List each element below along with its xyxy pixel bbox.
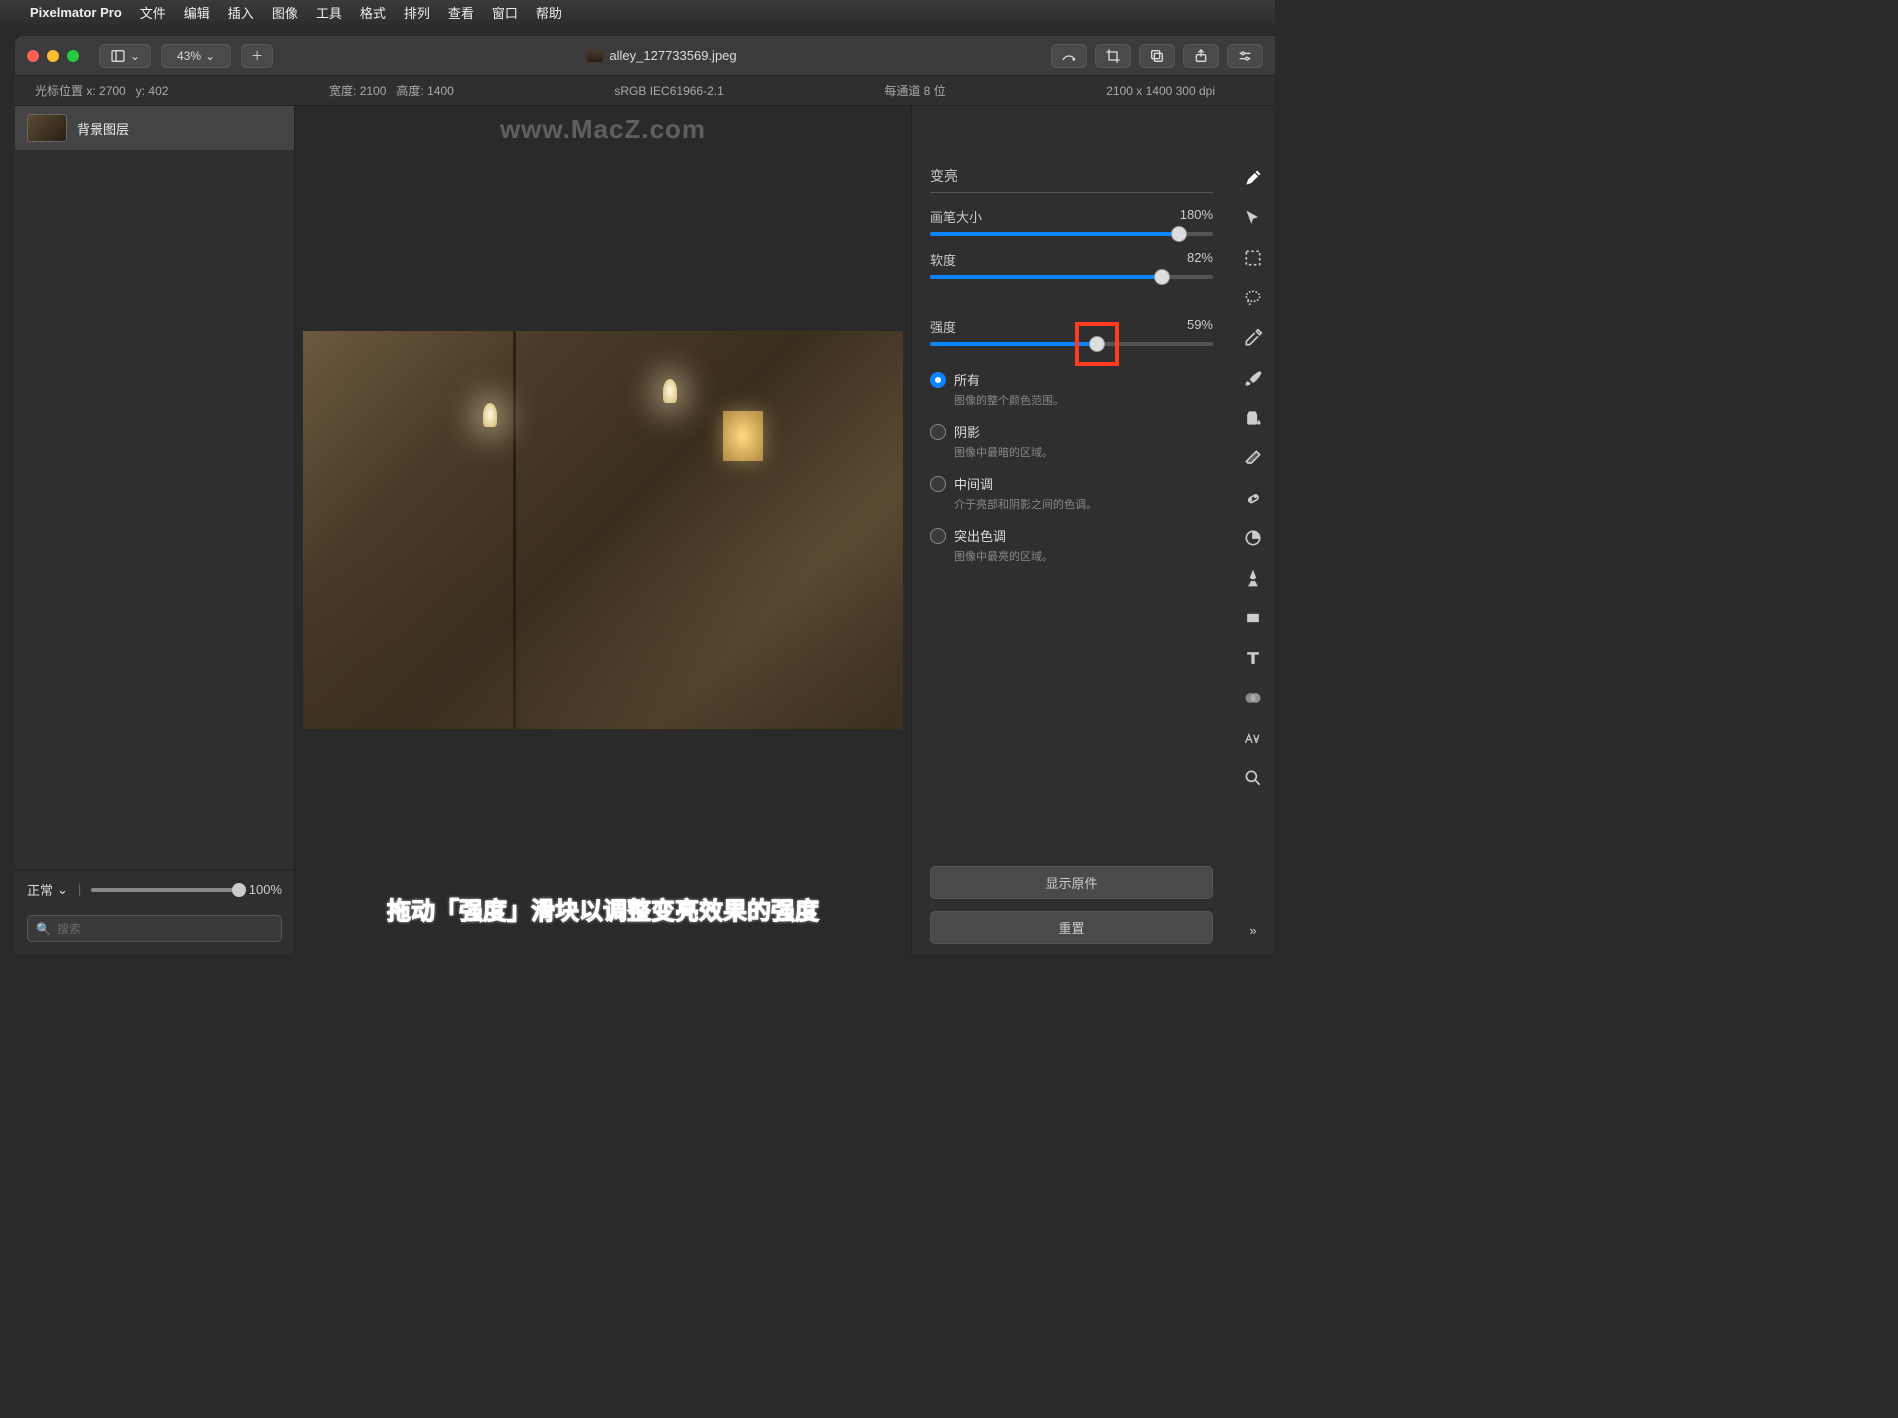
- zoom-tool-icon[interactable]: [1241, 766, 1265, 790]
- fullscreen-button[interactable]: [67, 50, 79, 62]
- menu-tools[interactable]: 工具: [316, 3, 342, 22]
- panel-title: 变亮: [930, 166, 1213, 193]
- radio-on-icon: [930, 372, 946, 388]
- brush-size-value: 180%: [1180, 207, 1213, 226]
- system-menubar: Pixelmator Pro 文件 编辑 插入 图像 工具 格式 排列 查看 窗…: [0, 0, 1275, 24]
- copy-icon[interactable]: [1139, 44, 1175, 68]
- app-name[interactable]: Pixelmator Pro: [30, 5, 122, 20]
- effects-tool-icon[interactable]: [1241, 726, 1265, 750]
- more-tools-icon[interactable]: »: [1241, 918, 1265, 942]
- pen-tool-icon[interactable]: [1241, 566, 1265, 590]
- menu-insert[interactable]: 插入: [228, 3, 254, 22]
- watermark-text: www.MacZ.com: [500, 114, 706, 145]
- share-icon[interactable]: [1183, 44, 1219, 68]
- eyedropper-tool-icon[interactable]: [1241, 326, 1265, 350]
- radio-highlights[interactable]: 突出色调 图像中最亮的区域。: [930, 526, 1213, 564]
- layer-thumbnail: [27, 114, 67, 142]
- radio-all[interactable]: 所有 图像的整个颜色范围。: [930, 370, 1213, 408]
- menu-arrange[interactable]: 排列: [404, 3, 430, 22]
- softness-slider[interactable]: [930, 275, 1213, 279]
- brush-size-slider[interactable]: [930, 232, 1213, 236]
- layer-footer: 正常 ⌄ | 100%: [15, 869, 294, 909]
- type-tool-icon[interactable]: [1241, 646, 1265, 670]
- crop-icon[interactable]: [1095, 44, 1131, 68]
- blend-mode-dropdown[interactable]: 正常 ⌄: [27, 880, 68, 899]
- strength-control: 强度 59%: [930, 317, 1213, 346]
- titlebar: ⌄ 43%⌄ ＋ alley_127733569.jpeg: [15, 36, 1275, 76]
- menu-image[interactable]: 图像: [272, 3, 298, 22]
- decor: [663, 379, 677, 403]
- image-canvas[interactable]: [303, 331, 903, 729]
- menu-file[interactable]: 文件: [140, 3, 166, 22]
- shape-tool-icon[interactable]: [1241, 526, 1265, 550]
- tool-strip: »: [1231, 106, 1275, 954]
- menu-window[interactable]: 窗口: [492, 3, 518, 22]
- rectangle-tool-icon[interactable]: [1241, 606, 1265, 630]
- fill-tool-icon[interactable]: [1241, 406, 1265, 430]
- bitdepth-label: 每通道 8 位: [884, 82, 945, 99]
- opacity-value: 100%: [249, 882, 282, 897]
- decor: [483, 403, 497, 427]
- arrow-tool-icon[interactable]: [1241, 206, 1265, 230]
- radio-off-icon: [930, 476, 946, 492]
- sidebar-toggle-button[interactable]: ⌄: [99, 44, 151, 68]
- repair-tool-icon[interactable]: [1241, 486, 1265, 510]
- softness-control: 软度 82%: [930, 250, 1213, 279]
- show-original-button[interactable]: 显示原件: [930, 866, 1213, 899]
- layer-search-input[interactable]: 🔍 搜索: [27, 915, 282, 942]
- zoom-dropdown[interactable]: 43%⌄: [161, 44, 231, 68]
- add-button[interactable]: ＋: [241, 44, 273, 68]
- document-title: alley_127733569.jpeg: [283, 48, 1041, 63]
- menu-edit[interactable]: 编辑: [184, 3, 210, 22]
- radio-off-icon: [930, 424, 946, 440]
- canvas-area[interactable]: www.MacZ.com 拖动「强度」滑块以调整变亮效果的强度: [295, 106, 911, 954]
- decor: [723, 411, 763, 461]
- layer-row-bg[interactable]: 背景图层: [15, 106, 294, 150]
- radio-midtones[interactable]: 中间调 介于亮部和阴影之间的色调。: [930, 474, 1213, 512]
- colorspace-label: sRGB IEC61966-2.1: [614, 84, 723, 98]
- instruction-overlay: 拖动「强度」滑块以调整变亮效果的强度: [387, 891, 819, 926]
- traffic-lights: [27, 50, 79, 62]
- brush-tool-icon[interactable]: [1241, 366, 1265, 390]
- color-adjust-icon[interactable]: [1051, 44, 1087, 68]
- info-bar: 光标位置 x: 2700 y: 402 宽度: 2100 高度: 1400 sR…: [15, 76, 1275, 106]
- layer-name: 背景图层: [77, 119, 129, 138]
- search-icon: 🔍: [36, 922, 51, 936]
- zoom-value: 43%: [177, 49, 201, 63]
- tone-range-radios: 所有 图像的整个颜色范围。 阴影 图像中最暗的区域。 中间调 介于亮部和阴影之间…: [930, 370, 1213, 564]
- brush-size-control: 画笔大小 180%: [930, 207, 1213, 236]
- radio-shadows[interactable]: 阴影 图像中最暗的区域。: [930, 422, 1213, 460]
- style-tool-icon[interactable]: [1241, 166, 1265, 190]
- minimize-button[interactable]: [47, 50, 59, 62]
- eraser-tool-icon[interactable]: [1241, 446, 1265, 470]
- radio-off-icon: [930, 528, 946, 544]
- strength-slider[interactable]: [930, 342, 1213, 346]
- menu-format[interactable]: 格式: [360, 3, 386, 22]
- menu-help[interactable]: 帮助: [536, 3, 562, 22]
- softness-value: 82%: [1187, 250, 1213, 269]
- reset-button[interactable]: 重置: [930, 911, 1213, 944]
- close-button[interactable]: [27, 50, 39, 62]
- menu-view[interactable]: 查看: [448, 3, 474, 22]
- marquee-tool-icon[interactable]: [1241, 246, 1265, 270]
- inspector-panel: 变亮 画笔大小 180% 软度 82%: [911, 106, 1231, 954]
- lasso-tool-icon[interactable]: [1241, 286, 1265, 310]
- chevron-icon: ⌄: [57, 882, 68, 898]
- main-area: 背景图层 正常 ⌄ | 100% 🔍 搜索 www.MacZ.c: [15, 106, 1275, 954]
- layers-panel: 背景图层 正常 ⌄ | 100% 🔍 搜索: [15, 106, 295, 954]
- settings-sliders-icon[interactable]: [1227, 44, 1263, 68]
- app-window: ⌄ 43%⌄ ＋ alley_127733569.jpeg 光标位置 x: 27…: [15, 36, 1275, 954]
- strength-value: 59%: [1187, 317, 1213, 336]
- document-thumb-icon: [587, 50, 603, 62]
- color-tool-icon[interactable]: [1241, 686, 1265, 710]
- opacity-slider[interactable]: [91, 888, 238, 892]
- dimensions-label: 2100 x 1400 300 dpi: [1106, 84, 1215, 98]
